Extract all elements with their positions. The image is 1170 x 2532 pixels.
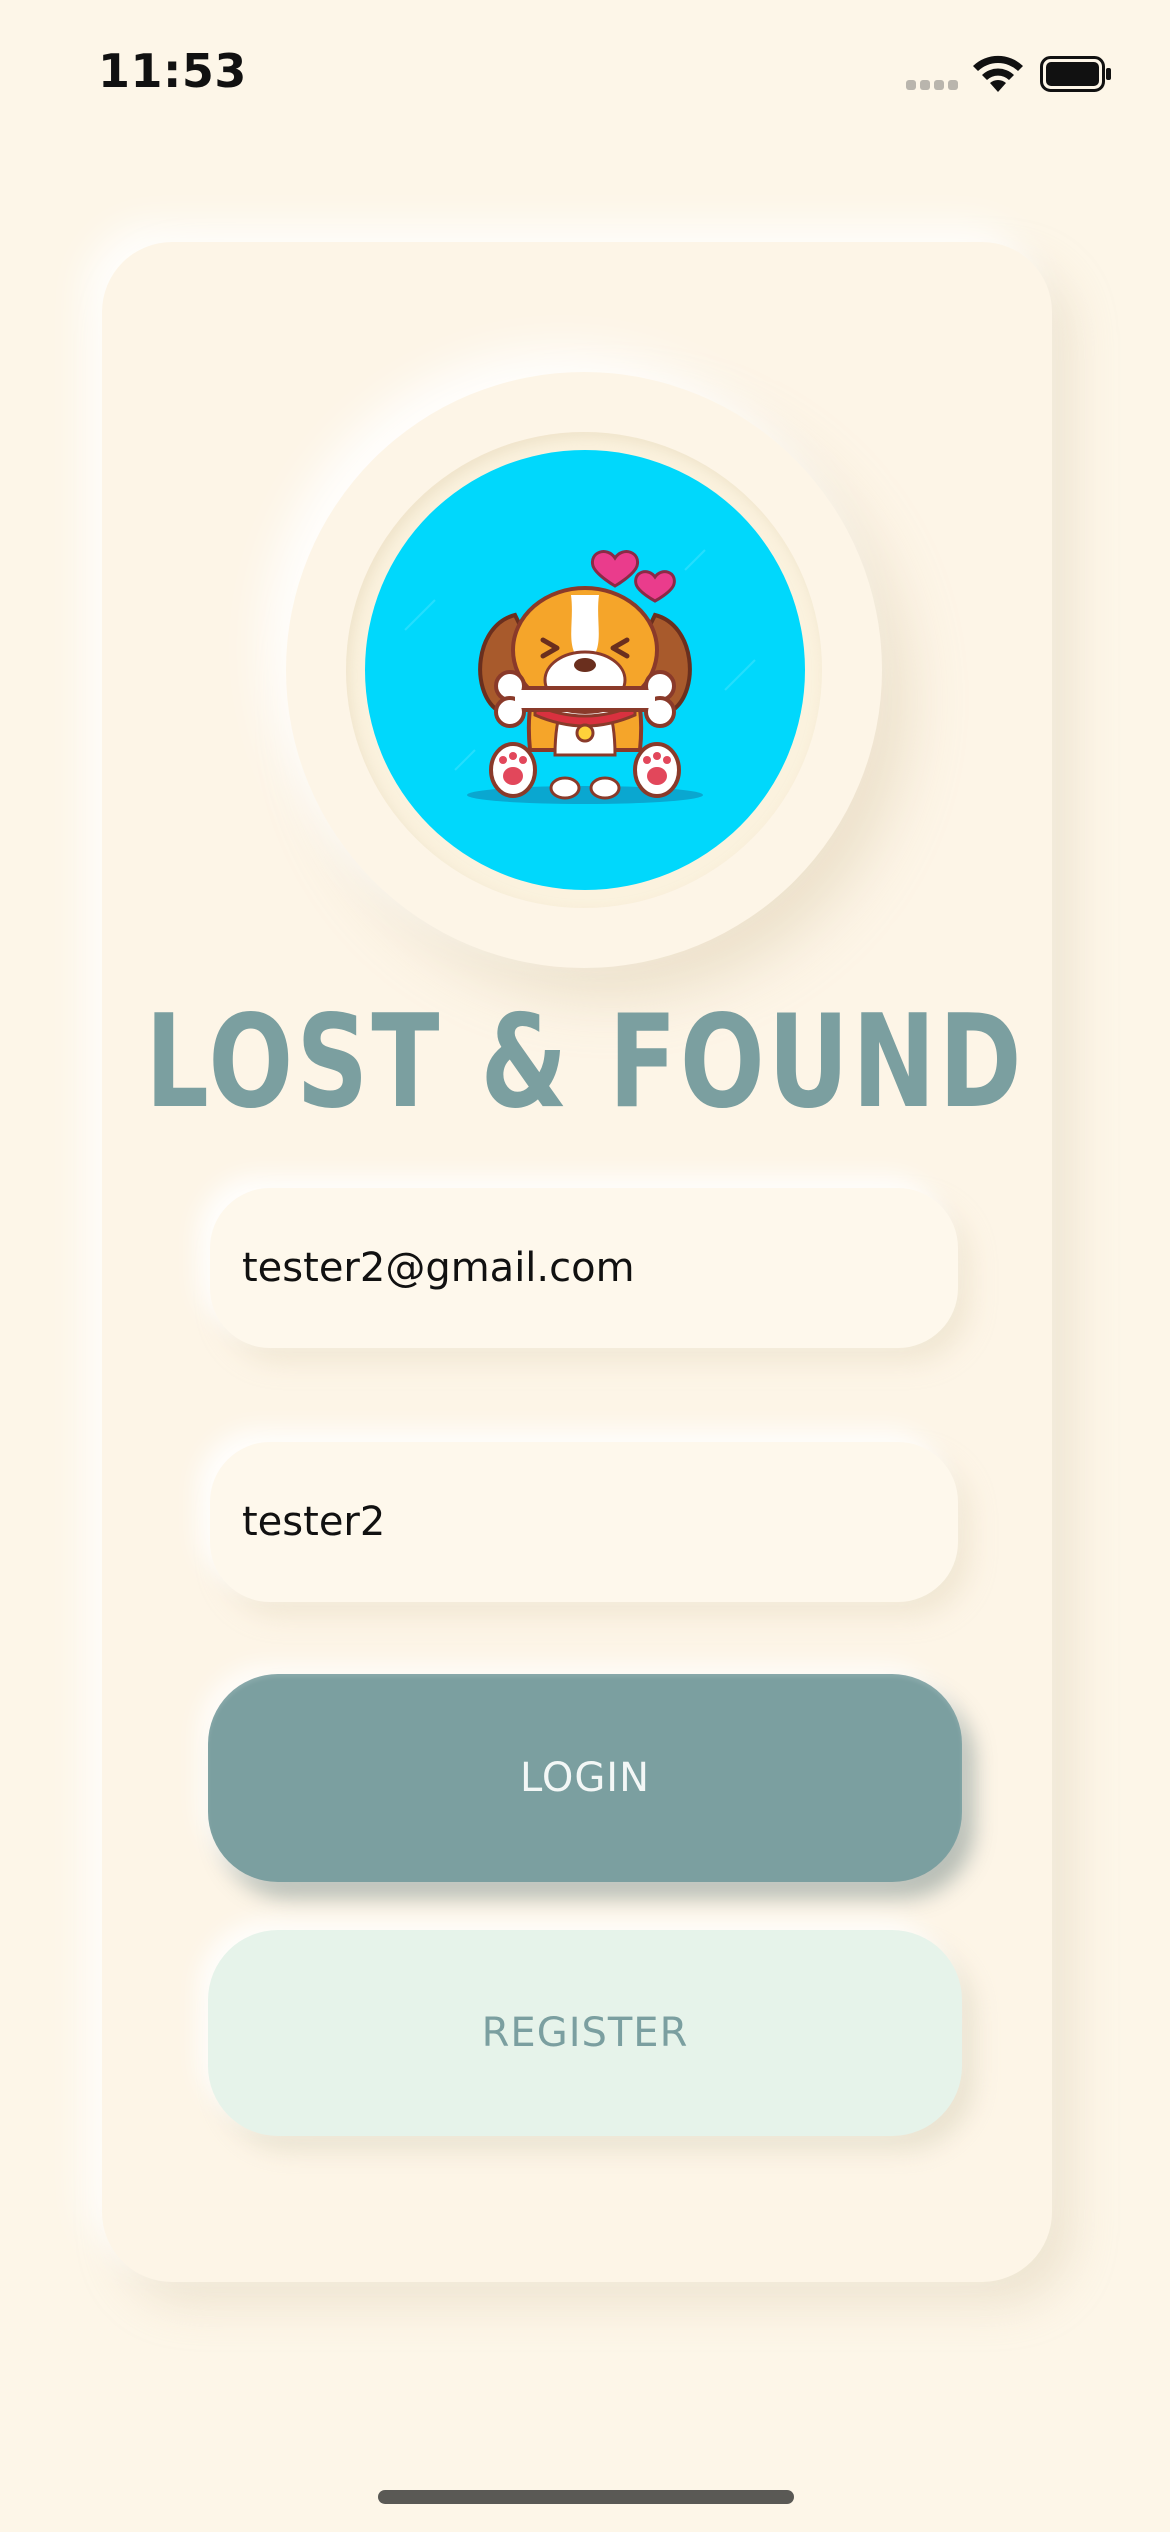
battery-full-icon (1040, 56, 1112, 92)
wifi-icon (970, 52, 1026, 94)
register-button-label: REGISTER (481, 2010, 689, 2056)
email-input[interactable] (242, 1188, 922, 1348)
password-input[interactable] (242, 1442, 922, 1602)
register-button[interactable]: REGISTER (208, 1930, 962, 2136)
cellular-signal-icon (906, 80, 960, 92)
app-title: LOST & FOUND (145, 988, 1025, 1137)
status-bar: 11:53 (0, 0, 1170, 150)
email-field[interactable] (210, 1188, 958, 1348)
password-field[interactable] (210, 1442, 958, 1602)
status-time: 11:53 (98, 44, 247, 98)
home-indicator[interactable] (378, 2490, 794, 2504)
login-button-label: LOGIN (519, 1755, 651, 1801)
puppy-with-bone-avatar (365, 450, 805, 890)
login-button[interactable]: LOGIN (208, 1674, 962, 1882)
